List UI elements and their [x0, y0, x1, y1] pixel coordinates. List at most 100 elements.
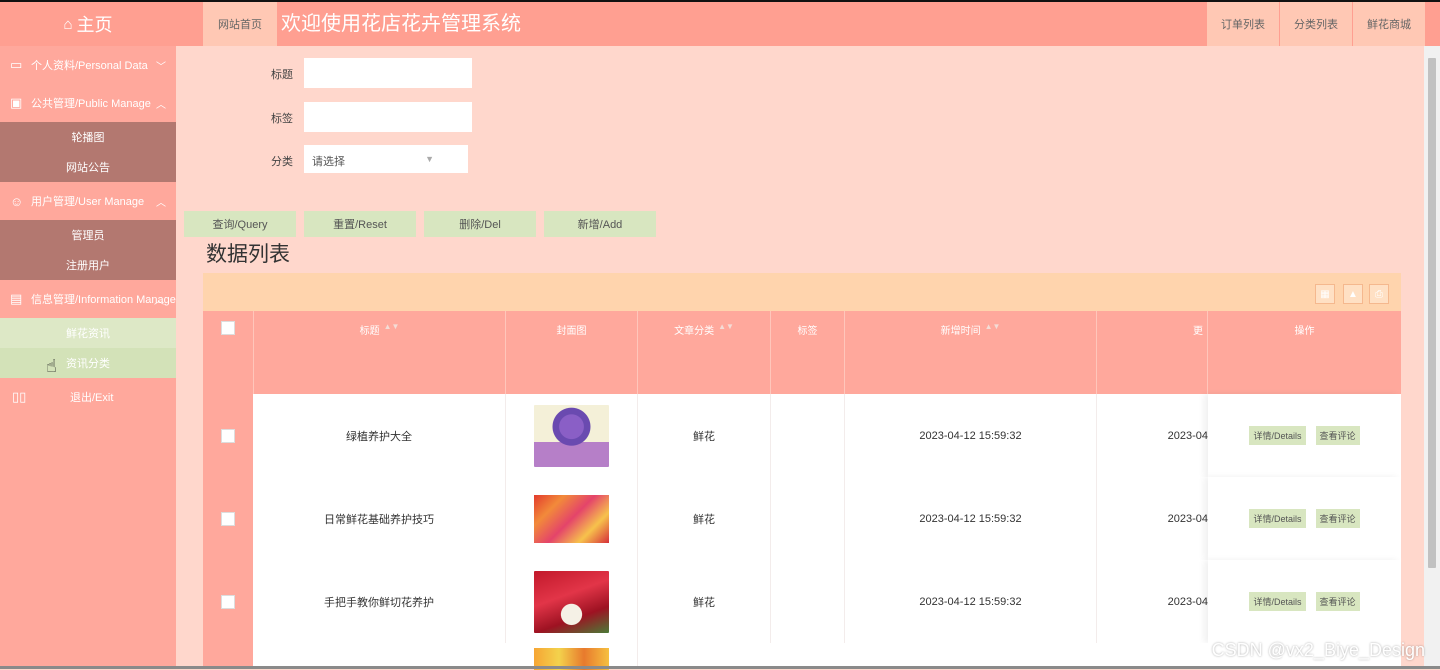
id-card-icon: ▭: [10, 57, 23, 72]
sidebar-submenu-user: 管理员 注册用户: [0, 220, 176, 280]
view-comments-button[interactable]: 查看评论: [1315, 592, 1360, 611]
add-button[interactable]: 新增/Add: [544, 211, 656, 237]
sidebar-submenu-information: 鲜花资讯 资讯分类: [0, 318, 176, 378]
sidebar-group-public[interactable]: ▣ 公共管理/Public Manage ︿: [0, 84, 176, 122]
nav-order-list[interactable]: 订单列表: [1207, 2, 1279, 46]
tag-label: 标签: [271, 113, 293, 125]
sidebar-item-admin[interactable]: 管理员: [0, 220, 176, 250]
view-comments-button[interactable]: 查看评论: [1315, 426, 1360, 445]
watermark: CSDN @vx2_Biye_Design: [1211, 640, 1425, 660]
tag-input[interactable]: [304, 102, 472, 132]
details-button[interactable]: 详情/Details: [1249, 509, 1306, 528]
select-all-checkbox[interactable]: [221, 321, 235, 335]
reset-button[interactable]: 重置/Reset: [304, 211, 416, 237]
header-title[interactable]: 标题 ▲▼: [254, 311, 506, 394]
category-label: 分类: [271, 156, 293, 168]
cell-category: 鲜花: [638, 477, 771, 560]
row-checkbox[interactable]: [221, 511, 235, 526]
cover-image: [534, 570, 609, 633]
title-input[interactable]: [304, 58, 472, 88]
header-category[interactable]: 文章分类 ▲▼: [638, 311, 771, 394]
row-select-cell: [203, 477, 253, 560]
vertical-scrollbar[interactable]: [1424, 46, 1440, 669]
details-button[interactable]: 详情/Details: [1249, 592, 1306, 611]
cell-title: 手把手教你鲜切花养护: [253, 560, 506, 643]
print-icon[interactable]: ⎙: [1369, 284, 1389, 304]
header-actions: 操作: [1208, 311, 1401, 394]
sidebar-item-notice[interactable]: 网站公告: [0, 152, 176, 182]
cell-tag: [771, 394, 845, 477]
sidebar-item-flower-news[interactable]: 鲜花资讯: [0, 318, 176, 348]
view-comments-button[interactable]: 查看评论: [1315, 509, 1360, 528]
details-button[interactable]: 详情/Details: [1249, 426, 1306, 445]
table-row: 日常鲜花基础养护技巧 鲜花 2023-04-12 15:59:32 2023-0…: [203, 477, 1401, 561]
export-icon[interactable]: ▲: [1343, 284, 1363, 304]
cell-tag: [771, 560, 845, 643]
nav-flower-mall[interactable]: 鲜花商城: [1353, 2, 1425, 46]
header-label: 标签: [797, 326, 818, 337]
delete-button[interactable]: 删除/Del: [424, 211, 536, 237]
cell-created: 2023-04-12 15:59:32: [845, 560, 1097, 643]
monitor-icon: ▣: [10, 95, 23, 110]
sidebar-item-exit[interactable]: ▯▯ 退出/Exit: [0, 378, 176, 416]
scrollbar-thumb[interactable]: [1428, 58, 1436, 568]
row-checkbox[interactable]: [221, 594, 235, 609]
nav-category-list[interactable]: 分类列表: [1280, 2, 1352, 46]
cover-image: [534, 404, 609, 467]
header-label: 操作: [1294, 326, 1315, 337]
cell-cover: [506, 560, 638, 643]
category-select-value: 请选择: [312, 156, 345, 168]
category-select[interactable]: 请选择 ▼: [304, 145, 468, 173]
sidebar-submenu-public: 轮播图 网站公告: [0, 122, 176, 182]
header-updated[interactable]: 更: [1097, 311, 1208, 394]
cover-image: [534, 494, 609, 543]
title-label: 标题: [271, 69, 293, 81]
header-created[interactable]: 新增时间 ▲▼: [845, 311, 1097, 394]
list-title: 数据列表: [206, 243, 290, 266]
sidebar-group-label: 用户管理/User Manage: [31, 196, 145, 208]
header-tag: 标签: [771, 311, 845, 394]
caret-down-icon: ▼: [425, 154, 434, 164]
sidebar-item-carousel[interactable]: 轮播图: [0, 122, 176, 152]
cell-created: 2023-04-12 15:59:32: [845, 477, 1097, 560]
cell-cover: [506, 477, 638, 560]
cell-title: 绿植养护大全: [253, 394, 506, 477]
chevron-up-icon: ︿: [156, 100, 166, 111]
cell-actions: 详情/Details 查看评论: [1208, 394, 1401, 477]
query-button[interactable]: 查询/Query: [184, 211, 296, 237]
brand-label: 主页: [76, 15, 113, 35]
sidebar-group-label: 公共管理/Public Manage: [31, 98, 151, 110]
header-label: 标题: [359, 326, 380, 337]
row-select-cell: [203, 394, 253, 477]
table-header: 标题 ▲▼ 封面图 文章分类 ▲▼ 标签 新增时间 ▲▼ 更 操作: [203, 311, 1401, 394]
row-checkbox[interactable]: [221, 428, 235, 443]
sort-icon: ▲▼: [984, 322, 1001, 331]
table-toolbar: ▦ ▲ ⎙: [203, 273, 1401, 311]
cell-updated: 2023-04: [1167, 429, 1208, 442]
sidebar-group-user[interactable]: ☺ 用户管理/User Manage ︿: [0, 182, 176, 220]
cell-updated: 2023-04: [1167, 512, 1208, 525]
select-all-cell: [203, 311, 254, 394]
chevron-down-icon: ﹀: [156, 62, 166, 73]
sidebar-group-label: 个人资料/Personal Data: [31, 60, 148, 72]
nav-home-tab[interactable]: 网站首页: [203, 2, 277, 46]
user-icon: ☺: [10, 193, 24, 209]
document-icon: ▤: [10, 291, 23, 306]
columns-icon[interactable]: ▦: [1315, 284, 1335, 304]
sidebar-group-personal[interactable]: ▭ 个人资料/Personal Data ﹀: [0, 46, 176, 84]
sidebar-item-registered-users[interactable]: 注册用户: [0, 250, 176, 280]
sidebar-brand-home[interactable]: ⌂ 主页: [0, 2, 176, 46]
header-label: 封面图: [556, 326, 587, 337]
cell-updated: 2023-04: [1167, 595, 1208, 608]
cell-category: 鲜花: [638, 394, 771, 477]
table-row: 手把手教你鲜切花养护 鲜花 2023-04-12 15:59:32 2023-0…: [203, 560, 1401, 644]
table-row: 绿植养护大全 鲜花 2023-04-12 15:59:32 2023-04 详情…: [203, 394, 1401, 478]
sidebar-group-information[interactable]: ▤ 信息管理/Information Manage ︿: [0, 280, 176, 318]
home-icon: ⌂: [63, 15, 73, 33]
sidebar-item-news-category[interactable]: 资讯分类: [0, 348, 176, 378]
sidebar-group-label: 退出/Exit: [70, 392, 114, 404]
chevron-up-icon: ︿: [156, 198, 166, 209]
system-title: 欢迎使用花店花卉管理系统: [281, 13, 521, 35]
row-select-cell: [203, 560, 253, 643]
pointer-cursor-icon: ☝: [46, 356, 57, 376]
